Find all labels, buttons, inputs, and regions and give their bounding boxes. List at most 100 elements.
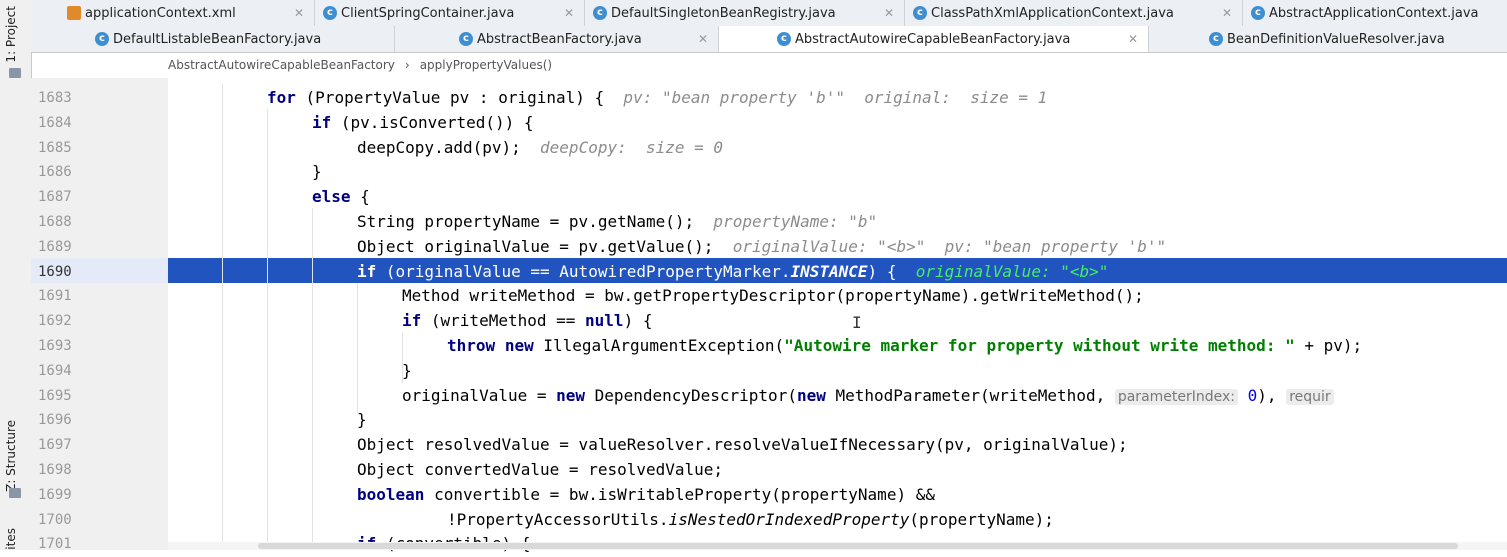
debug-inline-value: originalValue: "<b>" — [915, 261, 1109, 281]
line-number[interactable]: 1696 — [38, 408, 98, 433]
line-number[interactable]: 1687 — [38, 185, 98, 210]
horizontal-scrollbar[interactable] — [168, 542, 1507, 550]
line-number[interactable]: 1686 — [38, 160, 98, 185]
indent-guide — [267, 109, 268, 546]
code-line-1693: throw new IllegalArgumentException("Auto… — [447, 334, 1362, 359]
class-icon: c — [323, 6, 337, 20]
close-icon[interactable]: ✕ — [698, 32, 708, 46]
line-number[interactable]: 1693 — [38, 334, 98, 359]
editor-tabs-row-1: applicationContext.xml ✕ c ClientSpringC… — [31, 0, 1507, 27]
code-text: Object resolvedValue = valueResolver.res… — [357, 435, 1128, 455]
tab-application-context-xml[interactable]: applicationContext.xml ✕ — [59, 0, 315, 26]
code-text: (writeMethod == — [421, 311, 586, 331]
code-line-1698: Object convertedValue = resolvedValue; — [357, 458, 723, 483]
close-icon[interactable]: ✕ — [884, 6, 894, 20]
tab-label: AbstractAutowireCapableBeanFactory.java — [795, 31, 1071, 47]
code-text: } — [312, 162, 322, 182]
string-literal: "Autowire marker for property without wr… — [784, 336, 1295, 355]
tab-client-spring-container[interactable]: c ClientSpringContainer.java ✕ — [315, 0, 585, 26]
line-number[interactable]: 1684 — [38, 111, 98, 136]
code-line-1694: } — [402, 359, 412, 384]
debug-inline-value: originalValue: "<b>" pv: "bean property … — [732, 236, 1167, 256]
tab-abstract-bean-factory[interactable]: c AbstractBeanFactory.java ✕ — [451, 26, 719, 52]
code-line-1684: if (pv.isConverted()) { — [312, 111, 534, 136]
line-number[interactable]: 1690 — [38, 260, 98, 285]
scrollbar-thumb[interactable] — [258, 543, 1458, 549]
code-text: Method writeMethod = bw.getPropertyDescr… — [402, 286, 1144, 306]
tab-label: ClientSpringContainer.java — [341, 5, 515, 21]
tab-label: DefaultListableBeanFactory.java — [113, 31, 322, 47]
keyword: new — [796, 385, 826, 405]
breadcrumb-class[interactable]: AbstractAutowireCapableBeanFactory — [168, 58, 395, 72]
code-line-1687: else { — [312, 185, 370, 210]
code-text: MethodParameter(writeMethod, — [825, 385, 1115, 405]
code-line-1695: originalValue = new DependencyDescriptor… — [402, 384, 1334, 409]
debug-inline-value: propertyName: "b" — [713, 212, 878, 231]
keyword: if — [312, 112, 332, 132]
editor-tabs-row-2: c DefaultListableBeanFactory.java c Abst… — [31, 26, 1507, 53]
line-number[interactable]: 1698 — [38, 458, 98, 483]
breadcrumb-separator: › — [404, 58, 410, 72]
code-text: (pv.isConverted()) { — [331, 112, 534, 132]
tab-label: AbstractApplicationContext.java — [1269, 5, 1479, 21]
tab-default-listable-bean-factory[interactable]: c DefaultListableBeanFactory.java — [87, 26, 395, 52]
left-tool-strip: 1: Project Z: Structure ites — [0, 0, 32, 550]
line-number[interactable]: 1691 — [38, 284, 98, 309]
close-icon[interactable]: ✕ — [1128, 32, 1138, 46]
class-icon: c — [1209, 32, 1223, 46]
code-text: deepCopy.add(pv); — [357, 137, 541, 157]
xml-file-icon — [67, 6, 81, 20]
line-number[interactable]: 1694 — [38, 359, 98, 384]
breadcrumb-method[interactable]: applyPropertyValues() — [420, 58, 552, 72]
code-text: ) { — [623, 311, 653, 331]
keyword: boolean — [357, 484, 425, 504]
code-text: IllegalArgumentException( — [533, 336, 785, 355]
favorites-tool-tab[interactable]: ites — [4, 528, 18, 550]
debug-inline-value: deepCopy: size = 0 — [540, 137, 724, 157]
tab-default-singleton-bean-registry[interactable]: c DefaultSingletonBeanRegistry.java ✕ — [585, 0, 905, 26]
keyword: null — [585, 311, 624, 331]
code-text: (PropertyValue pv : original) { — [295, 88, 624, 107]
tab-abstract-application-context[interactable]: c AbstractApplicationContext.java — [1243, 0, 1507, 26]
tab-label: BeanDefinitionValueResolver.java — [1227, 31, 1445, 47]
project-tool-tab[interactable]: 1: Project — [4, 6, 18, 63]
close-icon[interactable]: ✕ — [564, 6, 574, 20]
line-number[interactable]: 1695 — [38, 384, 98, 409]
keyword: if — [402, 311, 422, 331]
line-number[interactable]: 1700 — [38, 508, 98, 533]
code-text: + pv); — [1294, 336, 1363, 355]
line-number[interactable]: 1699 — [38, 483, 98, 508]
code-line-1699: boolean convertible = bw.isWritablePrope… — [357, 483, 935, 508]
code-text: } — [402, 360, 412, 380]
class-icon: c — [777, 32, 791, 46]
indent-guide — [357, 283, 358, 413]
line-number[interactable]: 1683 — [38, 86, 98, 111]
keyword: new — [504, 336, 534, 355]
close-icon[interactable]: ✕ — [1222, 6, 1232, 20]
code-line-1700: !PropertyAccessorUtils.isNestedOrIndexed… — [447, 508, 1054, 533]
structure-tool-tab[interactable]: Z: Structure — [4, 420, 18, 492]
code-text: ), — [1257, 385, 1287, 405]
code-text: DependencyDescriptor( — [585, 385, 797, 405]
line-number[interactable]: 1697 — [38, 433, 98, 458]
close-icon[interactable]: ✕ — [294, 6, 304, 20]
debug-inline-value: pv: "bean property 'b'" original: size =… — [623, 88, 1048, 107]
tab-class-path-xml-application-context[interactable]: c ClassPathXmlApplicationContext.java ✕ — [905, 0, 1243, 26]
code-text: originalValue = — [402, 385, 557, 405]
parameter-hint: parameterIndex: — [1114, 388, 1239, 405]
tab-bean-definition-value-resolver[interactable]: c BeanDefinitionValueResolver.java — [1149, 26, 1489, 52]
project-icon — [9, 68, 21, 78]
line-number[interactable]: 1692 — [38, 309, 98, 334]
code-text: { — [350, 187, 370, 207]
class-icon: c — [593, 6, 607, 20]
structure-icon — [9, 488, 21, 498]
code-line-1688: String propertyName = pv.getName(); prop… — [357, 210, 877, 235]
breadcrumb: AbstractAutowireCapableBeanFactory › app… — [168, 53, 1507, 77]
line-number[interactable]: 1688 — [38, 210, 98, 235]
class-icon: c — [1251, 6, 1265, 20]
line-number[interactable]: 1701 — [38, 532, 98, 557]
code-text: ) { — [867, 261, 916, 281]
line-number[interactable]: 1685 — [38, 136, 98, 161]
line-number[interactable]: 1689 — [38, 235, 98, 260]
tab-abstract-autowire-capable-bean-factory[interactable]: c AbstractAutowireCapableBeanFactory.jav… — [719, 26, 1149, 52]
